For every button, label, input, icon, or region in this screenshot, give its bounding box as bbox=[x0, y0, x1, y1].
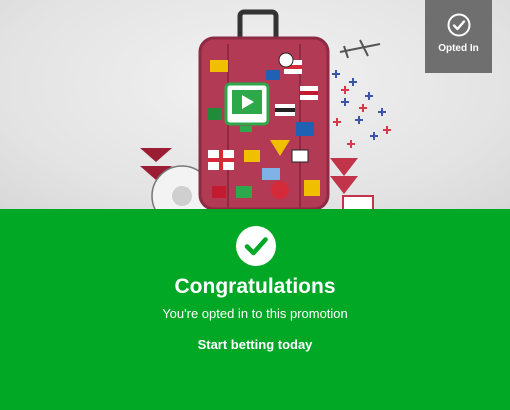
opted-in-badge: Opted In bbox=[425, 0, 492, 73]
opt-in-confirmation-panel: Congratulations You're opted in to this … bbox=[0, 209, 510, 410]
check-circle-icon bbox=[236, 226, 276, 266]
promo-hero-image: Opted In bbox=[0, 0, 510, 209]
confirmation-title: Congratulations bbox=[174, 275, 336, 298]
start-betting-link[interactable]: Start betting today bbox=[0, 337, 510, 352]
opted-in-label: Opted In bbox=[438, 43, 479, 54]
confirmation-subtitle: You're opted in to this promotion bbox=[162, 306, 348, 321]
check-circle-icon bbox=[447, 13, 470, 37]
